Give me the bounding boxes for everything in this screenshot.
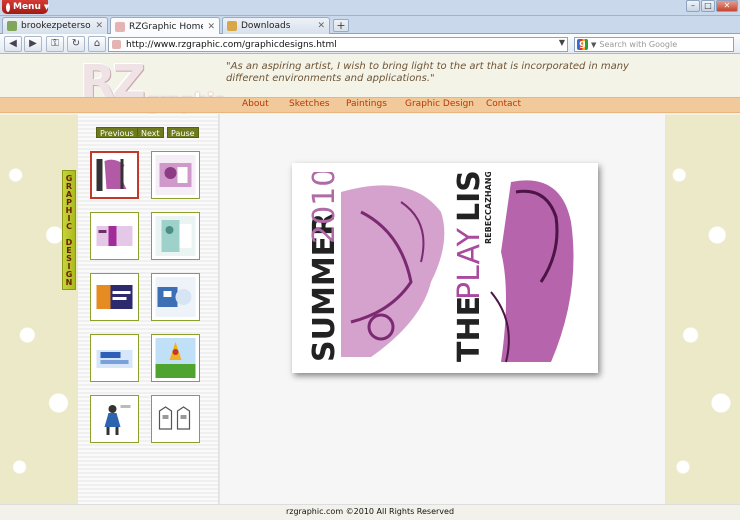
tab-bar: brookezpeterson ✕ RZGraphic Home | Reb..…: [0, 16, 740, 35]
section-label-graphic-design: GRAPHIC DESIGN: [62, 170, 76, 290]
back-button[interactable]: ◀: [4, 36, 22, 52]
thumbnail-image: [155, 338, 196, 378]
site-nav: About Sketches Paintings Graphic Design …: [0, 97, 740, 113]
site-quote: "As an aspiring artist, I wish to bring …: [226, 61, 629, 84]
pause-button[interactable]: Pause: [167, 127, 199, 138]
thumbnail-7[interactable]: [90, 334, 139, 382]
thumbnail-1[interactable]: [90, 151, 139, 199]
thumbnail-column: Previous Next Pause: [78, 114, 219, 510]
nav-graphic-design[interactable]: Graphic Design: [405, 99, 474, 109]
chevron-down-icon: ▼: [43, 3, 50, 11]
page-favicon-icon: [7, 21, 17, 31]
nav-contact[interactable]: Contact: [486, 99, 521, 109]
nav-about[interactable]: About: [242, 99, 269, 109]
minimize-button[interactable]: –: [686, 0, 700, 12]
thumbnail-4[interactable]: [151, 212, 200, 260]
search-box[interactable]: g ▼: [574, 37, 734, 52]
search-engine-dropdown-icon[interactable]: ▼: [591, 41, 596, 49]
close-tab-icon[interactable]: ✕: [95, 21, 103, 31]
navigation-toolbar: ◀ ▶ ⚿ ↻ ⌂ http://www.rzgraphic.com/graph…: [0, 34, 740, 54]
thumbnail-2[interactable]: [151, 151, 200, 199]
tab-downloads[interactable]: Downloads ✕: [222, 17, 330, 34]
address-dropdown-icon[interactable]: ▼: [559, 38, 565, 47]
previous-button[interactable]: Previous: [96, 127, 138, 138]
tab-label: brookezpeterson: [21, 21, 92, 31]
nav-paintings[interactable]: Paintings: [346, 99, 387, 109]
close-window-button[interactable]: ✕: [716, 0, 738, 12]
site-footer: rzgraphic.com ©2010 All Rights Reserved: [0, 504, 740, 520]
featured-artwork[interactable]: SUMMER 2010 THE PLAY LIST REBECCAZHANG: [292, 163, 598, 373]
reload-button[interactable]: ↻: [67, 36, 85, 52]
thumbnail-image: [94, 155, 135, 195]
downloads-icon: [227, 21, 237, 31]
thumbnail-6[interactable]: [151, 273, 200, 321]
summer-2010-playlist-poster: SUMMER 2010 THE PLAY LIST REBECCAZHANG: [301, 172, 589, 364]
tab-rzgraphic[interactable]: RZGraphic Home | Reb... ✕: [110, 17, 220, 35]
thumbnail-image: [94, 338, 135, 378]
title-bar: Menu ▼ – □ ✕: [0, 0, 740, 16]
google-icon[interactable]: g: [577, 39, 588, 50]
close-tab-icon[interactable]: ✕: [317, 21, 325, 31]
tab-label: Downloads: [241, 21, 291, 31]
maximize-button[interactable]: □: [701, 0, 715, 12]
close-tab-icon[interactable]: ✕: [207, 22, 215, 32]
page-favicon-icon: [115, 21, 125, 32]
address-url: http://www.rzgraphic.com/graphicdesigns.…: [126, 39, 337, 50]
thumbnail-image: [155, 216, 196, 256]
forward-button[interactable]: ▶: [24, 36, 42, 52]
opera-menu-button[interactable]: Menu ▼: [2, 0, 50, 14]
menu-label: Menu: [13, 2, 41, 12]
thumbnail-9[interactable]: [90, 395, 139, 443]
opera-logo-icon: [6, 2, 10, 12]
poster-title-the: THE: [452, 296, 487, 362]
window-controls: – □ ✕: [686, 0, 738, 12]
thumbnail-3[interactable]: [90, 212, 139, 260]
new-tab-button[interactable]: +: [333, 19, 349, 32]
thumbnail-image: [155, 277, 196, 317]
key-icon[interactable]: ⚿: [46, 36, 64, 52]
page-favicon-icon: [112, 40, 121, 49]
thumbnail-5[interactable]: [90, 273, 139, 321]
poster-subtitle: REBECCAZHANG: [484, 172, 493, 244]
tab-label: RZGraphic Home | Reb...: [129, 21, 204, 32]
page-viewport: RZ graphic "As an aspiring artist, I wis…: [0, 55, 740, 520]
poster-title-list: LIST: [452, 172, 487, 222]
site-header: RZ graphic "As an aspiring artist, I wis…: [0, 55, 740, 113]
thumbnail-image: [94, 399, 135, 439]
thumbnail-8[interactable]: [151, 334, 200, 382]
thumbnail-image: [94, 277, 135, 317]
thumbnail-image: [94, 216, 135, 256]
address-bar[interactable]: http://www.rzgraphic.com/graphicdesigns.…: [108, 37, 568, 52]
nav-sketches[interactable]: Sketches: [289, 99, 330, 109]
poster-title-play: PLAY: [452, 227, 487, 300]
poster-title-year: 2010: [307, 172, 342, 244]
thumbnail-image: [155, 399, 196, 439]
thumbnail-10[interactable]: [151, 395, 200, 443]
home-button[interactable]: ⌂: [88, 36, 106, 52]
search-input[interactable]: [599, 40, 718, 49]
thumbnail-image: [155, 155, 196, 195]
floral-background-right: [664, 115, 740, 515]
tab-brookezpeterson[interactable]: brookezpeterson ✕: [2, 17, 108, 34]
next-button[interactable]: Next: [137, 127, 164, 138]
